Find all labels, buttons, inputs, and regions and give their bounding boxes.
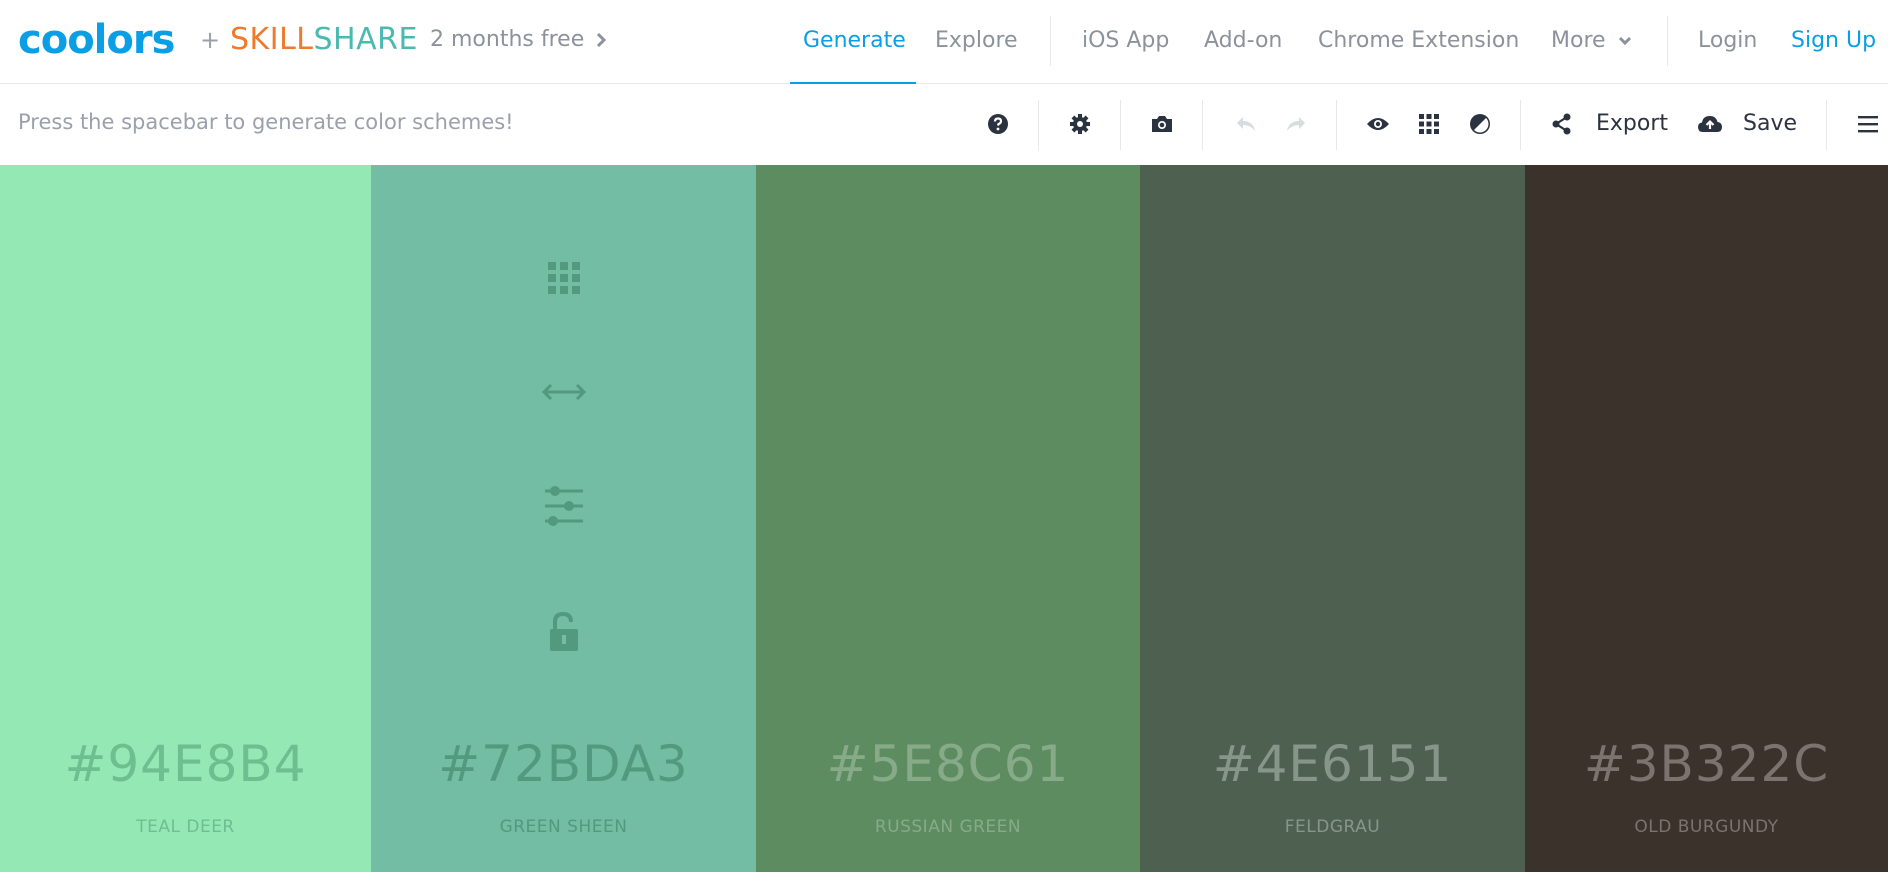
toolbar-divider: [1520, 100, 1521, 150]
swatch-hex-code[interactable]: #94E8B4: [0, 735, 371, 793]
upload-cloud-icon: [1698, 116, 1722, 132]
chevron-down-icon: [1618, 36, 1631, 46]
export-label[interactable]: Export: [1596, 111, 1668, 136]
spacebar-hint: Press the spacebar to generate color sch…: [18, 110, 514, 134]
nav-divider: [1050, 16, 1051, 66]
nav-more-label: More: [1551, 28, 1606, 53]
help-button[interactable]: [980, 104, 1016, 144]
unlock-icon: [549, 612, 578, 651]
color-swatch-2[interactable]: #72BDA3 GREEN SHEEN: [371, 165, 756, 872]
color-swatch-3[interactable]: #5E8C61 RUSSIAN GREEN: [756, 165, 1140, 872]
swatch-hex-code[interactable]: #72BDA3: [371, 735, 756, 793]
swatch-hex-code[interactable]: #4E6151: [1140, 735, 1525, 793]
swatch-color-name: TEAL DEER: [136, 817, 235, 837]
top-nav: coolors + SKILLSHARE 2 months free Gener…: [0, 0, 1888, 84]
undo-icon: [1237, 117, 1255, 131]
nav-chrome-extension[interactable]: Chrome Extension: [1318, 26, 1519, 56]
toolbar-divider: [1202, 100, 1203, 150]
coolors-logo[interactable]: coolors: [18, 18, 175, 62]
swatch-color-name: GREEN SHEEN: [499, 817, 628, 837]
toolbar: Press the spacebar to generate color sch…: [0, 84, 1888, 165]
toolbar-divider: [1120, 100, 1121, 150]
color-swatch-5[interactable]: #3B322C OLD BURGUNDY: [1525, 165, 1888, 872]
help-icon: [988, 114, 1008, 134]
contrast-button[interactable]: [1462, 104, 1498, 144]
contrast-icon: [1470, 114, 1490, 134]
grid-icon: [1419, 114, 1439, 134]
adjust-sliders-icon: [544, 486, 583, 526]
save-label[interactable]: Save: [1743, 111, 1797, 136]
drag-button[interactable]: [539, 367, 589, 417]
menu-icon: [1858, 116, 1878, 133]
skillshare-logo[interactable]: SKILLSHARE: [230, 22, 418, 58]
undo-button[interactable]: [1228, 104, 1264, 144]
toolbar-divider: [1336, 100, 1337, 150]
menu-button[interactable]: [1850, 104, 1886, 144]
swatch-hex-code[interactable]: #5E8C61: [756, 735, 1140, 793]
nav-sign-up[interactable]: Sign Up: [1791, 26, 1876, 56]
view-blindness-button[interactable]: [1360, 104, 1396, 144]
settings-button[interactable]: [1062, 104, 1098, 144]
nav-add-on[interactable]: Add-on: [1204, 26, 1282, 56]
swatch-hex-code[interactable]: #3B322C: [1525, 735, 1888, 793]
color-swatch-1[interactable]: #94E8B4 TEAL DEER: [0, 165, 371, 872]
nav-login[interactable]: Login: [1698, 26, 1757, 56]
swatch-color-name: RUSSIAN GREEN: [874, 817, 1022, 837]
share-icon: [1552, 113, 1571, 135]
redo-icon: [1287, 117, 1305, 131]
skillshare-logo-part-a: SKILL: [230, 22, 314, 57]
promo-link[interactable]: 2 months free: [430, 27, 607, 52]
view-grid-button[interactable]: [1411, 104, 1447, 144]
chevron-right-icon: [597, 32, 607, 47]
adjust-button[interactable]: [539, 481, 589, 531]
nav-more[interactable]: More: [1551, 26, 1632, 56]
toolbar-divider: [1038, 100, 1039, 150]
color-swatch-4[interactable]: #4E6151 FELDGRAU: [1140, 165, 1525, 872]
toolbar-divider: [1826, 100, 1827, 150]
grid-icon: [547, 262, 580, 294]
export-button[interactable]: [1544, 104, 1580, 144]
swatch-color-name: OLD BURGUNDY: [1634, 817, 1779, 837]
color-palette: #94E8B4 TEAL DEER #72BDA3 GREEN SHEEN #5…: [0, 165, 1888, 872]
skillshare-logo-part-b: SHARE: [313, 22, 418, 57]
swatch-color-name: FELDGRAU: [1284, 817, 1381, 837]
eye-icon: [1367, 118, 1389, 130]
plus-sign: +: [200, 26, 221, 54]
lock-button[interactable]: [539, 607, 589, 657]
promo-label: 2 months free: [430, 27, 585, 52]
nav-divider: [1667, 16, 1668, 66]
save-button[interactable]: [1692, 104, 1728, 144]
nav-ios-app[interactable]: iOS App: [1082, 26, 1169, 56]
settings-icon: [1070, 114, 1090, 134]
view-shades-button[interactable]: [539, 253, 589, 303]
drag-arrows-icon: [541, 383, 586, 401]
camera-button[interactable]: [1144, 104, 1180, 144]
redo-button[interactable]: [1278, 104, 1314, 144]
camera-icon: [1152, 116, 1172, 132]
nav-explore[interactable]: Explore: [935, 26, 1018, 56]
nav-generate[interactable]: Generate: [803, 26, 906, 56]
